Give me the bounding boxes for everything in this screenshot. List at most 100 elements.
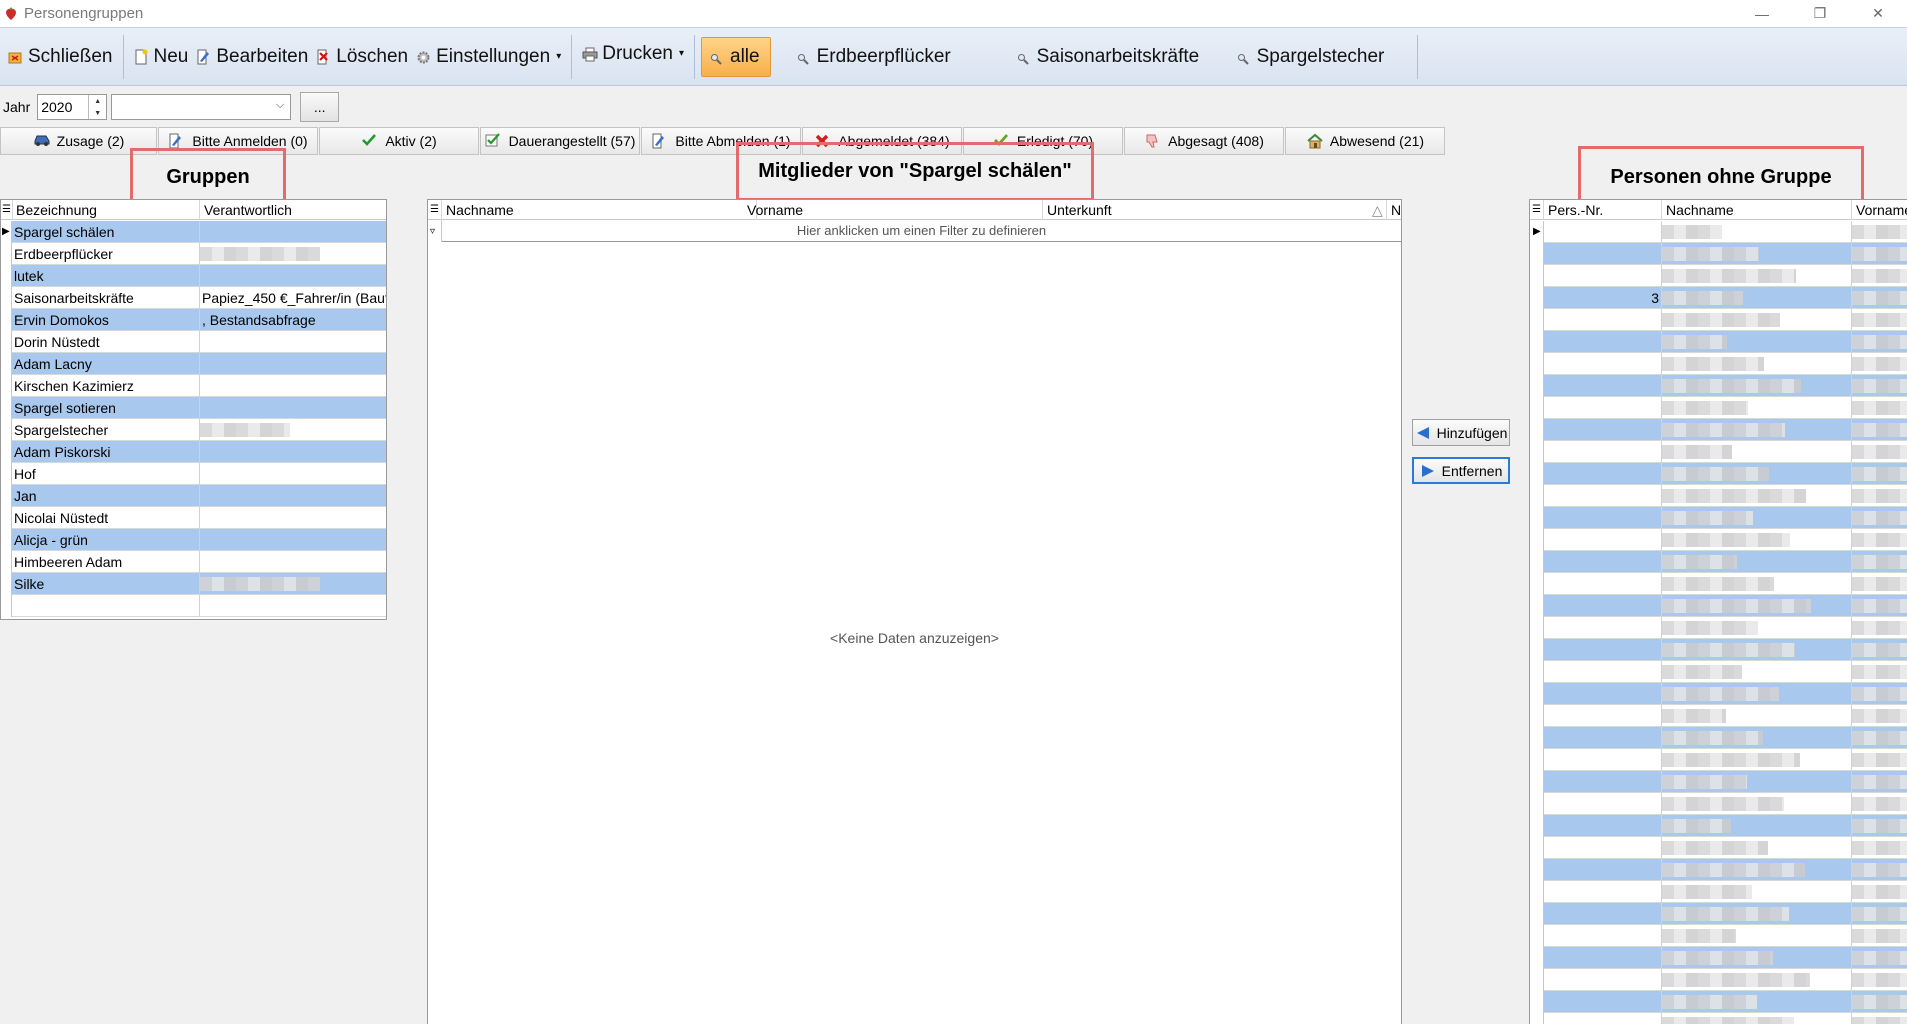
vorname-cell[interactable] <box>1852 661 1907 683</box>
person-row[interactable] <box>1530 243 1907 265</box>
vorname-cell[interactable] <box>1852 375 1907 397</box>
nachname-cell[interactable] <box>1662 441 1852 463</box>
row-indicator[interactable] <box>1530 419 1544 441</box>
person-row[interactable] <box>1530 441 1907 463</box>
nachname-cell[interactable] <box>1662 705 1852 727</box>
year-input[interactable] <box>38 96 87 118</box>
pers-nr-cell[interactable] <box>1544 485 1662 507</box>
groups-grid[interactable]: ☰ Bezeichnung Verantwortlich ▶ Spargel sc… <box>0 199 387 620</box>
row-indicator[interactable] <box>1530 749 1544 771</box>
vorname-cell[interactable] <box>1852 243 1907 265</box>
nachname-cell[interactable] <box>1662 947 1852 969</box>
group-responsible-cell[interactable] <box>200 353 386 375</box>
person-row[interactable] <box>1530 617 1907 639</box>
row-indicator[interactable] <box>1530 617 1544 639</box>
pers-nr-cell[interactable] <box>1544 793 1662 815</box>
minimize-button[interactable]: — <box>1733 0 1791 27</box>
group-name-cell[interactable]: Ervin Domokos <box>12 309 200 331</box>
vorname-cell[interactable] <box>1852 551 1907 573</box>
group-responsible-cell[interactable] <box>200 529 386 551</box>
group-name-cell[interactable]: Adam Piskorski <box>12 441 200 463</box>
nachname-cell[interactable] <box>1662 991 1852 1013</box>
group-name-cell[interactable]: Saisonarbeitskräfte <box>12 287 200 309</box>
new-button[interactable]: Neu <box>130 37 193 77</box>
person-row[interactable] <box>1530 595 1907 617</box>
row-indicator[interactable] <box>1 287 12 309</box>
nachname-cell[interactable] <box>1662 331 1852 353</box>
row-indicator[interactable] <box>1530 573 1544 595</box>
group-responsible-cell[interactable] <box>200 331 386 353</box>
row-indicator[interactable] <box>1530 595 1544 617</box>
group-name-cell[interactable]: Nicolai Nüstedt <box>12 507 200 529</box>
nachname-cell[interactable] <box>1662 815 1852 837</box>
add-button[interactable]: Hinzufügen <box>1412 419 1510 446</box>
status-tab-dauerangestellt[interactable]: Dauerangestellt (57) <box>480 127 640 155</box>
group-name-cell[interactable]: Hof <box>12 463 200 485</box>
nachname-cell[interactable] <box>1662 837 1852 859</box>
pers-nr-cell[interactable] <box>1544 881 1662 903</box>
row-indicator[interactable]: ▶ <box>1 221 12 243</box>
person-row[interactable] <box>1530 551 1907 573</box>
group-responsible-cell[interactable] <box>200 397 386 419</box>
pers-nr-cell[interactable] <box>1544 507 1662 529</box>
person-row[interactable] <box>1530 771 1907 793</box>
person-row[interactable] <box>1530 661 1907 683</box>
row-indicator[interactable] <box>1530 705 1544 727</box>
group-row[interactable]: Hof <box>1 463 386 485</box>
column-header-verantwortlich[interactable]: Verantwortlich <box>200 200 386 220</box>
column-header-na[interactable]: Na <box>1386 200 1401 220</box>
group-responsible-cell[interactable] <box>200 463 386 485</box>
nachname-cell[interactable] <box>1662 639 1852 661</box>
pers-nr-cell[interactable] <box>1544 991 1662 1013</box>
group-name-cell[interactable]: Spargelstecher <box>12 419 200 441</box>
group-name-cell[interactable]: Spargel schälen <box>12 221 200 243</box>
person-row[interactable] <box>1530 375 1907 397</box>
row-indicator[interactable] <box>1530 903 1544 925</box>
nachname-cell[interactable] <box>1662 243 1852 265</box>
edit-button[interactable]: Bearbeiten <box>192 37 312 77</box>
row-indicator[interactable] <box>1 353 12 375</box>
row-indicator[interactable] <box>1530 683 1544 705</box>
nachname-cell[interactable] <box>1662 969 1852 991</box>
vorname-cell[interactable] <box>1852 507 1907 529</box>
group-row[interactable]: Saisonarbeitskräfte Papiez_450 €_Fahrer/i… <box>1 287 386 309</box>
pers-nr-cell[interactable] <box>1544 353 1662 375</box>
person-row[interactable] <box>1530 749 1907 771</box>
vorname-cell[interactable] <box>1852 419 1907 441</box>
row-indicator[interactable] <box>1 551 12 573</box>
row-indicator[interactable] <box>1 463 12 485</box>
person-row[interactable] <box>1530 881 1907 903</box>
nachname-cell[interactable] <box>1662 353 1852 375</box>
vorname-cell[interactable] <box>1852 749 1907 771</box>
vorname-cell[interactable] <box>1852 485 1907 507</box>
row-indicator[interactable] <box>1 331 12 353</box>
column-header-pers-nr[interactable]: Pers.-Nr. <box>1544 200 1662 220</box>
person-row[interactable] <box>1530 969 1907 991</box>
row-indicator[interactable] <box>1 441 12 463</box>
column-header-unterkunft[interactable]: Unterkunft <box>1043 200 1401 220</box>
status-tab-aktiv[interactable]: Aktiv (2) <box>319 127 479 155</box>
group-responsible-cell[interactable] <box>200 243 386 265</box>
nachname-cell[interactable] <box>1662 507 1852 529</box>
pers-nr-cell[interactable] <box>1544 1013 1662 1024</box>
row-indicator[interactable] <box>1530 859 1544 881</box>
nachname-cell[interactable] <box>1662 375 1852 397</box>
row-indicator[interactable] <box>1530 727 1544 749</box>
vorname-cell[interactable] <box>1852 639 1907 661</box>
nachname-cell[interactable] <box>1662 881 1852 903</box>
group-responsible-cell[interactable] <box>200 595 386 617</box>
group-row[interactable]: Ervin Domokos, Bestandsabfrage <box>1 309 386 331</box>
row-indicator[interactable] <box>1 507 12 529</box>
row-indicator[interactable] <box>1530 837 1544 859</box>
filter-row[interactable]: Hier anklicken um einen Filter zu defini… <box>442 220 1401 242</box>
row-indicator[interactable] <box>1530 441 1544 463</box>
row-indicator[interactable] <box>1530 397 1544 419</box>
group-row[interactable]: Adam Lacny <box>1 353 386 375</box>
group-row[interactable]: Erdbeerpflücker <box>1 243 386 265</box>
group-name-cell[interactable] <box>12 595 200 617</box>
pers-nr-cell[interactable] <box>1544 837 1662 859</box>
row-indicator[interactable] <box>1 265 12 287</box>
nachname-cell[interactable] <box>1662 485 1852 507</box>
members-grid[interactable]: ☰ Nachname Vorname Unterkunft △ Na ▿ Hie… <box>427 199 1402 1024</box>
row-indicator[interactable] <box>1530 991 1544 1013</box>
